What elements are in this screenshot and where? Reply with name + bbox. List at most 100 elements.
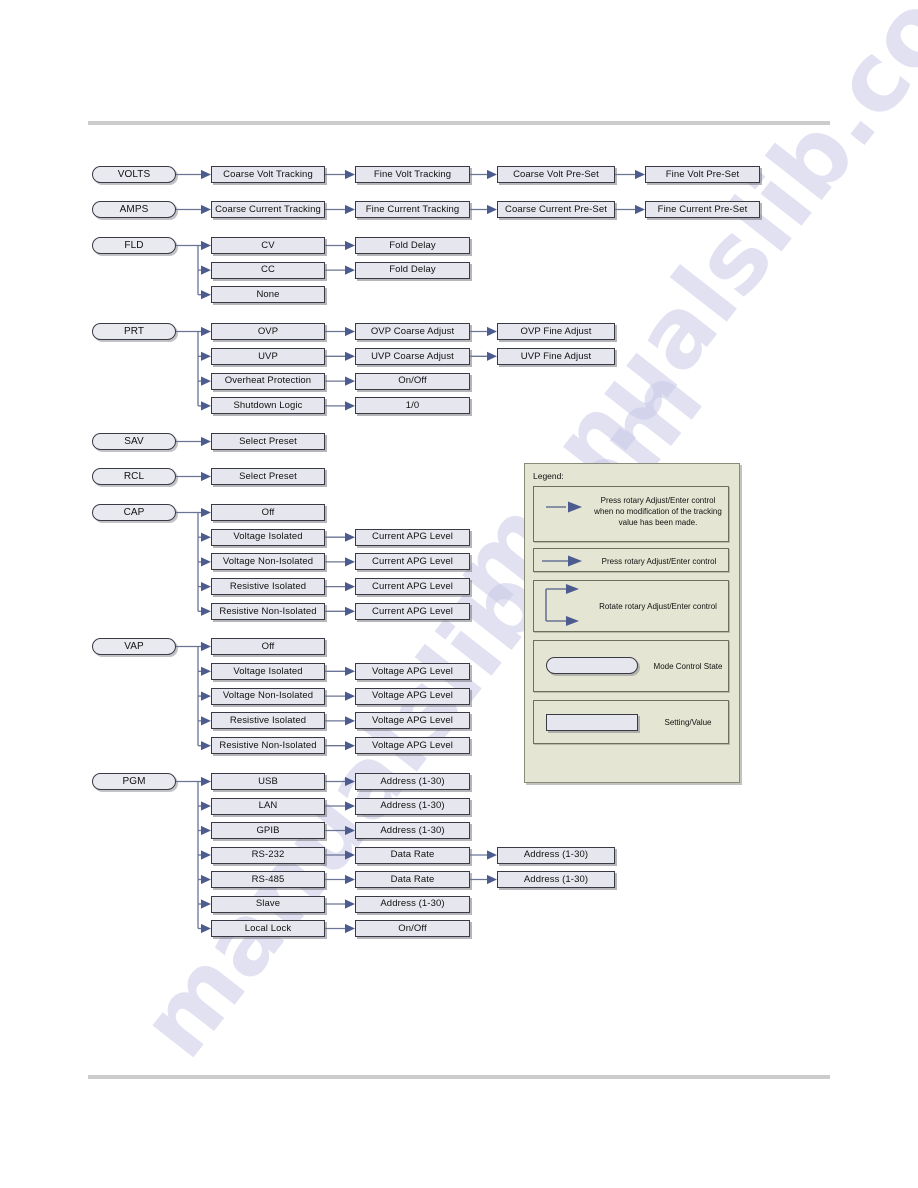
step-node-volts-0-1[interactable]: Fine Volt Tracking — [355, 166, 470, 183]
step-node-prt-1-0[interactable]: UVP — [211, 347, 325, 365]
step-node-pgm-4-2[interactable]: Address (1-30) — [497, 871, 615, 888]
step-node-pgm-6-0[interactable]: Local Lock — [211, 920, 325, 937]
step-node-pgm-1-1[interactable]: Address (1-30) — [355, 797, 470, 815]
node-label: Local Lock — [244, 922, 292, 934]
node-label: Data Rate — [390, 849, 435, 861]
node-label: Coarse Current Pre-Set — [505, 203, 607, 215]
step-node-vap-3-1[interactable]: Voltage APG Level — [355, 712, 470, 730]
step-node-vap-2-1[interactable]: Voltage APG Level — [355, 687, 470, 705]
legend-entry-text: Press rotary Adjust/Enter control — [601, 557, 717, 566]
step-node-cap-1-1[interactable]: Current APG Level — [355, 528, 470, 546]
step-node-pgm-2-0[interactable]: GPIB — [211, 822, 325, 839]
node-label: Current APG Level — [372, 556, 453, 568]
legend-entry-text: Mode Control State — [653, 662, 723, 671]
step-node-pgm-0-0[interactable]: USB — [211, 773, 325, 790]
step-node-pgm-0-1[interactable]: Address (1-30) — [355, 773, 470, 790]
step-node-cap-4-0[interactable]: Resistive Non-Isolated — [211, 602, 325, 620]
step-node-prt-1-1[interactable]: UVP Coarse Adjust — [355, 347, 470, 365]
mode-pill-prt[interactable]: PRT — [92, 323, 176, 340]
node-label: LAN — [258, 800, 278, 812]
step-node-amps-0-2[interactable]: Coarse Current Pre-Set — [497, 201, 615, 218]
mode-pill-pgm[interactable]: PGM — [92, 773, 176, 790]
node-label: Address (1-30) — [523, 849, 589, 861]
step-node-cap-3-1[interactable]: Current APG Level — [355, 578, 470, 596]
node-label: VOLTS — [117, 168, 151, 180]
step-node-pgm-1-0[interactable]: LAN — [211, 797, 325, 815]
step-node-amps-0-3[interactable]: Fine Current Pre-Set — [645, 201, 760, 218]
mode-pill-rcl[interactable]: RCL — [92, 468, 176, 485]
step-node-cap-2-1[interactable]: Current APG Level — [355, 553, 470, 571]
step-node-vap-0-0[interactable]: Off — [211, 638, 325, 655]
node-label: Coarse Current Tracking — [215, 203, 321, 215]
node-label: Address (1-30) — [523, 873, 589, 885]
node-label: Off — [261, 506, 275, 518]
step-node-prt-0-1[interactable]: OVP Coarse Adjust — [355, 323, 470, 340]
mode-pill-fld[interactable]: FLD — [92, 237, 176, 254]
step-node-vap-3-0[interactable]: Resistive Isolated — [211, 712, 325, 730]
step-node-cap-4-1[interactable]: Current APG Level — [355, 602, 470, 620]
legend-entry-text: Setting/Value — [664, 718, 712, 727]
step-node-cap-0-0[interactable]: Off — [211, 504, 325, 521]
node-label: CC — [261, 264, 275, 276]
pill-shape-icon — [546, 657, 638, 674]
step-node-fld-0-1[interactable]: Fold Delay — [355, 237, 470, 254]
node-label: Current APG Level — [372, 580, 453, 592]
node-label: Select Preset — [239, 470, 297, 482]
step-node-prt-0-0[interactable]: OVP — [211, 323, 325, 340]
node-label: Voltage Non-Isolated — [222, 690, 314, 702]
step-node-fld-1-0[interactable]: CC — [211, 261, 325, 279]
mode-pill-vap[interactable]: VAP — [92, 638, 176, 655]
step-node-pgm-2-1[interactable]: Address (1-30) — [355, 822, 470, 839]
step-node-cap-2-0[interactable]: Voltage Non-Isolated — [211, 553, 325, 571]
step-node-fld-1-1[interactable]: Fold Delay — [355, 261, 470, 279]
step-node-vap-4-1[interactable]: Voltage APG Level — [355, 737, 470, 755]
step-node-rcl-0-0[interactable]: Select Preset — [211, 468, 325, 485]
step-node-amps-0-1[interactable]: Fine Current Tracking — [355, 201, 470, 218]
step-node-vap-1-0[interactable]: Voltage Isolated — [211, 662, 325, 680]
mode-pill-cap[interactable]: CAP — [92, 504, 176, 521]
step-node-volts-0-3[interactable]: Fine Volt Pre-Set — [645, 166, 760, 183]
step-node-volts-0-0[interactable]: Coarse Volt Tracking — [211, 166, 325, 183]
mode-pill-volts[interactable]: VOLTS — [92, 166, 176, 183]
step-node-prt-1-2[interactable]: UVP Fine Adjust — [497, 347, 615, 365]
node-label: UVP Fine Adjust — [520, 350, 592, 362]
step-node-pgm-3-0[interactable]: RS-232 — [211, 846, 325, 864]
node-label: Voltage APG Level — [372, 665, 453, 677]
step-node-cap-1-0[interactable]: Voltage Isolated — [211, 528, 325, 546]
mode-pill-amps[interactable]: AMPS — [92, 201, 176, 218]
step-node-pgm-5-1[interactable]: Address (1-30) — [355, 895, 470, 913]
node-label: 1/0 — [405, 400, 420, 412]
node-label: Voltage APG Level — [372, 715, 453, 727]
node-label: OVP Coarse Adjust — [370, 325, 455, 337]
step-node-vap-2-0[interactable]: Voltage Non-Isolated — [211, 687, 325, 705]
step-node-amps-0-0[interactable]: Coarse Current Tracking — [211, 201, 325, 218]
step-node-prt-2-1[interactable]: On/Off — [355, 372, 470, 390]
step-node-cap-3-0[interactable]: Resistive Isolated — [211, 578, 325, 596]
step-node-pgm-3-1[interactable]: Data Rate — [355, 846, 470, 864]
step-node-prt-2-0[interactable]: Overheat Protection — [211, 372, 325, 390]
node-label: Resistive Isolated — [229, 715, 307, 727]
node-label: Current APG Level — [372, 605, 453, 617]
step-node-fld-0-0[interactable]: CV — [211, 237, 325, 254]
step-node-sav-0-0[interactable]: Select Preset — [211, 433, 325, 450]
mode-pill-sav[interactable]: SAV — [92, 433, 176, 450]
step-node-prt-3-1[interactable]: 1/0 — [355, 397, 470, 415]
legend-entry-mode-control-state: Mode Control State — [533, 640, 729, 692]
step-node-prt-3-0[interactable]: Shutdown Logic — [211, 397, 325, 415]
step-node-vap-4-0[interactable]: Resistive Non-Isolated — [211, 737, 325, 755]
document-page: manualslib.com manualslib.com VOLTSCoars… — [0, 0, 918, 1188]
node-label: Address (1-30) — [380, 898, 445, 910]
step-node-pgm-6-1[interactable]: On/Off — [355, 920, 470, 937]
step-node-pgm-4-1[interactable]: Data Rate — [355, 871, 470, 888]
step-node-pgm-3-2[interactable]: Address (1-30) — [497, 846, 615, 864]
node-label: GPIB — [256, 824, 280, 836]
step-node-prt-0-2[interactable]: OVP Fine Adjust — [497, 323, 615, 340]
legend-title: Legend: — [533, 471, 564, 481]
node-label: Slave — [255, 898, 281, 910]
step-node-fld-2-0[interactable]: None — [211, 286, 325, 304]
step-node-pgm-5-0[interactable]: Slave — [211, 895, 325, 913]
step-node-vap-1-1[interactable]: Voltage APG Level — [355, 662, 470, 680]
step-node-volts-0-2[interactable]: Coarse Volt Pre-Set — [497, 166, 615, 183]
node-label: UVP Coarse Adjust — [371, 350, 454, 362]
step-node-pgm-4-0[interactable]: RS-485 — [211, 871, 325, 888]
